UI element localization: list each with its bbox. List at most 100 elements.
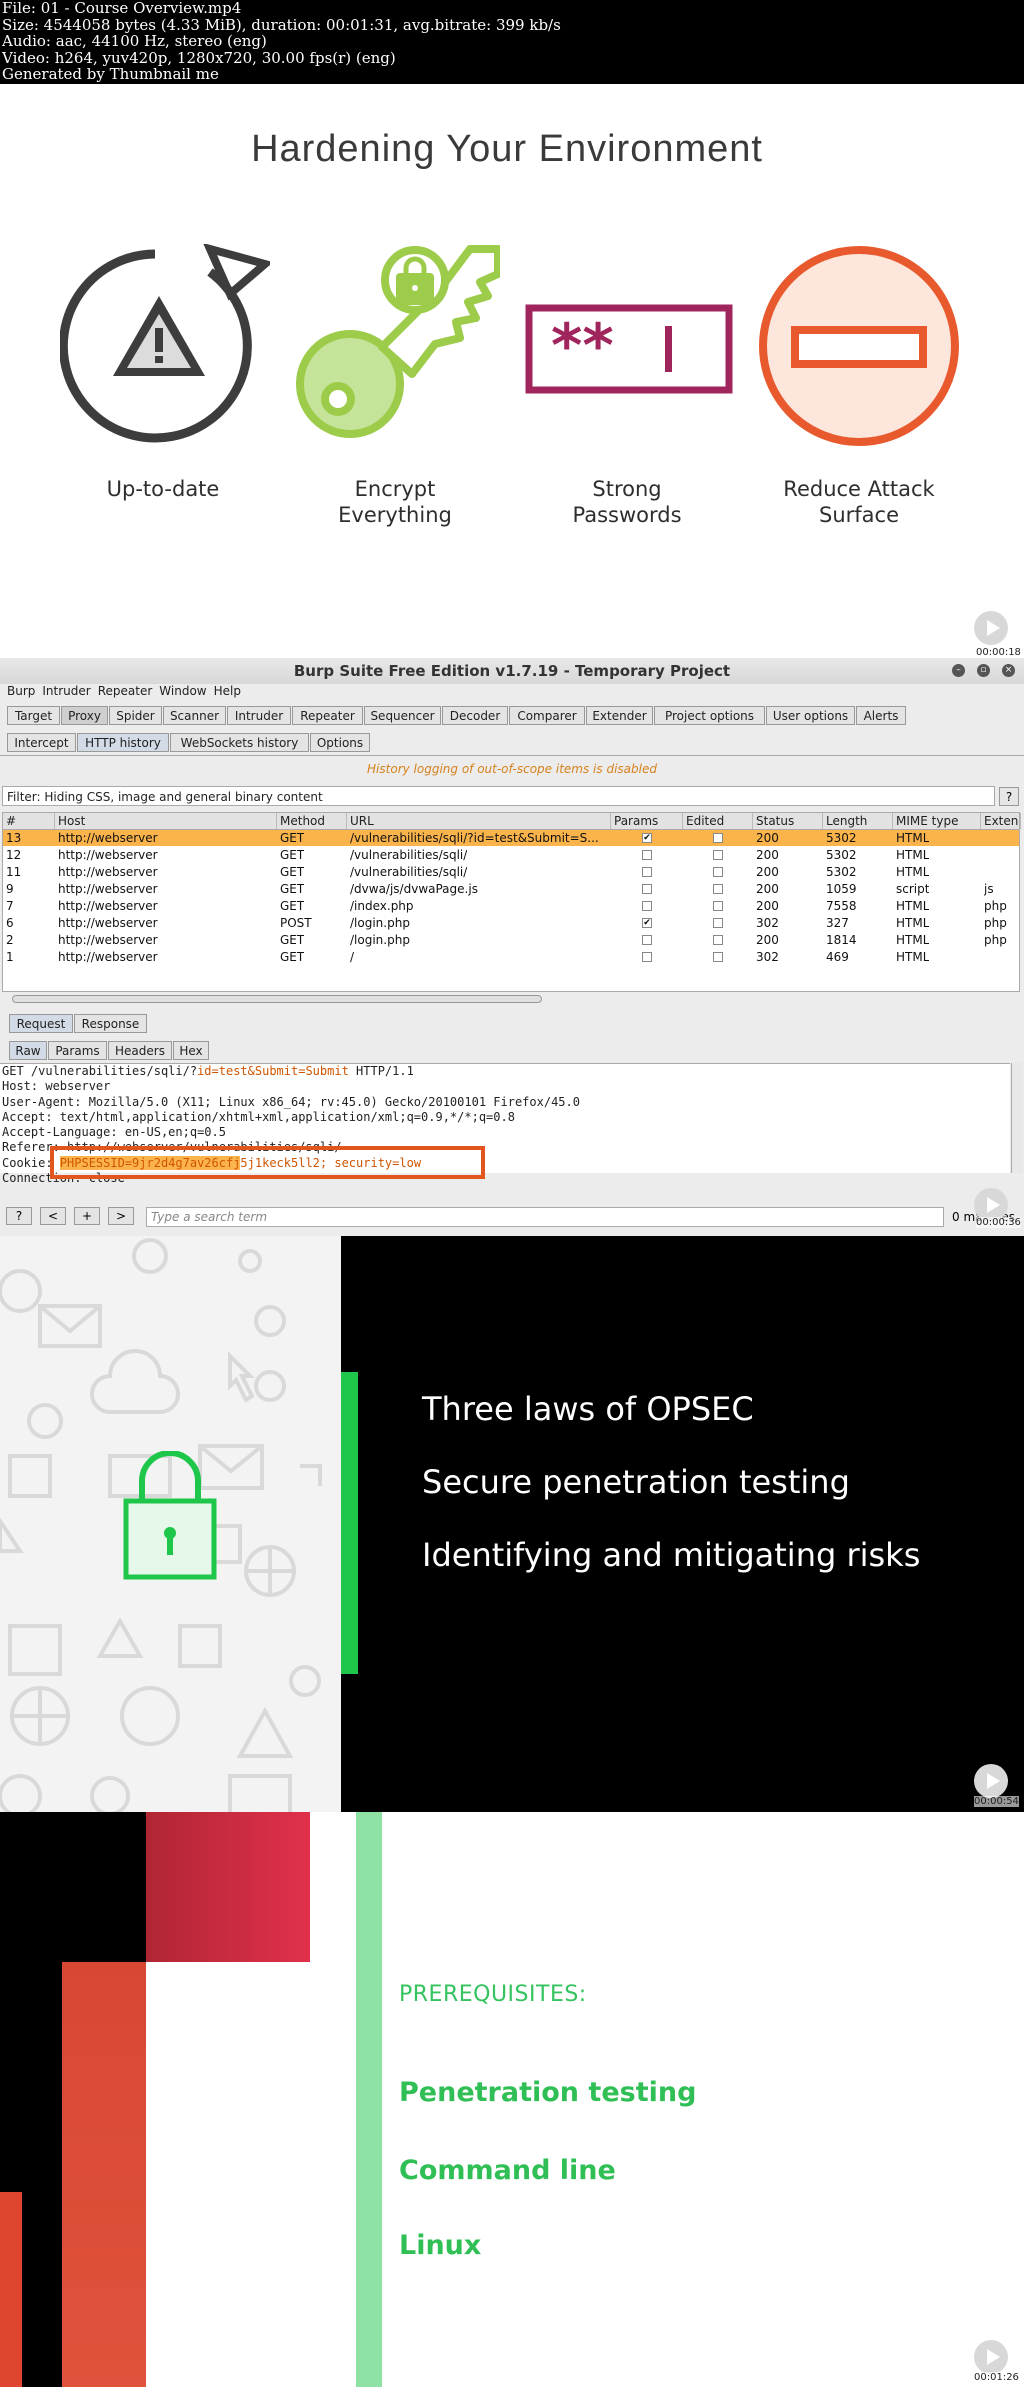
tab-extender[interactable]: Extender [586, 706, 653, 725]
cell-num: 7 [6, 899, 14, 913]
tab-headers[interactable]: Headers [108, 1041, 172, 1060]
cell-method: POST [280, 916, 312, 930]
minimize-icon[interactable]: – [952, 664, 965, 677]
tab-proxy[interactable]: Proxy [61, 706, 108, 725]
timestamp: 00:01:26 [974, 2372, 1019, 2383]
table-row[interactable]: 2 http://webserver GET/login.php 200 1814 HTM… [3, 932, 1019, 948]
table-row[interactable]: 11 http://webserver GET/vulnerabilities/sq… [3, 864, 1019, 880]
tab-sequencer[interactable]: Sequencer [364, 706, 441, 725]
table-row[interactable]: 1 http://webserver GET / 302 469 HTML [3, 949, 1019, 965]
timestamp: 00:00:54 [974, 1796, 1019, 1807]
tab-target[interactable]: Target [7, 706, 60, 725]
menu-window[interactable]: Window [159, 684, 206, 698]
col-ext[interactable]: Exten [981, 813, 1021, 829]
col-length[interactable]: Length [823, 813, 893, 829]
params-checkbox[interactable]: ✔ [642, 833, 652, 843]
cell-url: /dvwa/js/dvwaPage.js [350, 882, 478, 896]
edited-checkbox[interactable] [713, 884, 723, 894]
col-params[interactable]: Params [611, 813, 683, 829]
vertical-scrollbar[interactable] [1011, 1063, 1023, 1173]
col-method[interactable]: Method [277, 813, 347, 829]
cell-mime: HTML [896, 899, 930, 913]
maximize-icon[interactable]: ▫ [977, 664, 990, 677]
cell-ext: php [984, 916, 1007, 930]
tab-raw[interactable]: Raw [9, 1041, 47, 1060]
menu-help[interactable]: Help [214, 684, 241, 698]
table-row[interactable]: 7 http://webserver GET/index.php 200 7558 HTM… [3, 898, 1019, 914]
prerequisites-heading: PREREQUISITES: [399, 1982, 587, 2007]
params-checkbox[interactable]: ✔ [642, 918, 652, 928]
cell-ext: php [984, 933, 1007, 947]
col-status[interactable]: Status [753, 813, 823, 829]
tab-options[interactable]: Options [310, 733, 370, 752]
tab-decoder[interactable]: Decoder [442, 706, 508, 725]
tab-response[interactable]: Response [74, 1014, 147, 1033]
search-add-button[interactable]: + [74, 1207, 100, 1225]
menu-burp[interactable]: Burp [7, 684, 35, 698]
tab-scanner[interactable]: Scanner [163, 706, 226, 725]
search-next-button[interactable]: > [108, 1207, 134, 1225]
label-line: Strong [592, 477, 662, 501]
col-num[interactable]: # [3, 813, 55, 829]
params-checkbox[interactable] [642, 901, 652, 911]
tab-user-options[interactable]: User options [766, 706, 855, 725]
minus-circle-icon [759, 246, 959, 446]
main-tabs: Target Proxy Spider Scanner Intruder Rep… [0, 706, 1024, 726]
table-header: # Host Method URL Params Edited Status L… [3, 813, 1021, 830]
play-icon[interactable] [974, 611, 1008, 645]
params-checkbox[interactable] [642, 952, 652, 962]
table-row[interactable]: 9 http://webserver GET/dvwa/js/dvwaPage.js… [3, 881, 1019, 897]
edited-checkbox[interactable] [713, 867, 723, 877]
params-checkbox[interactable] [642, 935, 652, 945]
tab-http-history[interactable]: HTTP history [77, 733, 169, 752]
play-icon[interactable] [974, 2340, 1008, 2374]
edited-checkbox[interactable] [713, 952, 723, 962]
meta-file: File: 01 - Course Overview.mp4 [2, 0, 242, 17]
tab-hex[interactable]: Hex [173, 1041, 209, 1060]
request-protocol: HTTP/1.1 [348, 1064, 414, 1078]
tab-websockets-history[interactable]: WebSockets history [170, 733, 309, 752]
col-mime[interactable]: MIME type [893, 813, 981, 829]
header-user-agent: User-Agent: Mozilla/5.0 (X11; Linux x86_… [2, 1094, 580, 1109]
search-input[interactable]: Type a search term [146, 1207, 944, 1227]
params-checkbox[interactable] [642, 884, 652, 894]
col-host[interactable]: Host [55, 813, 277, 829]
tab-project-options[interactable]: Project options [654, 706, 765, 725]
table-row[interactable]: 13 http://webserver GET/vulnerabilities/sq… [3, 830, 1019, 846]
menu-repeater[interactable]: Repeater [98, 684, 153, 698]
table-row[interactable]: 6 http://webserver POST/login.php 302 327 HTM… [3, 915, 1019, 931]
search-prev-button[interactable]: < [40, 1207, 66, 1225]
menu-intruder[interactable]: Intruder [42, 684, 90, 698]
svg-text:**: ** [551, 311, 614, 381]
tab-comparer[interactable]: Comparer [509, 706, 585, 725]
cell-length: 1059 [826, 882, 857, 896]
edited-checkbox[interactable] [713, 901, 723, 911]
col-url[interactable]: URL [347, 813, 611, 829]
close-icon[interactable]: × [1002, 664, 1015, 677]
params-checkbox[interactable] [642, 850, 652, 860]
decor-red-block [146, 1812, 310, 1962]
edited-checkbox[interactable] [713, 918, 723, 928]
play-icon[interactable] [974, 1764, 1008, 1798]
col-edited[interactable]: Edited [683, 813, 753, 829]
tab-intercept[interactable]: Intercept [7, 733, 76, 752]
edited-checkbox[interactable] [713, 850, 723, 860]
label-line: Everything [338, 503, 452, 527]
edited-checkbox[interactable] [713, 935, 723, 945]
table-row[interactable]: 12 http://webserver GET/vulnerabilities/sq… [3, 847, 1019, 863]
tab-spider[interactable]: Spider [109, 706, 162, 725]
tab-alerts[interactable]: Alerts [856, 706, 906, 725]
horizontal-scrollbar[interactable] [12, 995, 542, 1003]
tab-repeater[interactable]: Repeater [292, 706, 363, 725]
cell-url: /vulnerabilities/sqli/ [350, 865, 468, 879]
filter-bar[interactable]: Filter: Hiding CSS, image and general bi… [2, 786, 995, 806]
filter-help-button[interactable]: ? [999, 787, 1019, 806]
tab-params[interactable]: Params [48, 1041, 107, 1060]
tab-request[interactable]: Request [9, 1014, 73, 1033]
cell-status: 200 [756, 848, 779, 862]
search-help-button[interactable]: ? [6, 1207, 32, 1225]
tab-intruder[interactable]: Intruder [227, 706, 291, 725]
meta-video: Video: h264, yuv420p, 1280x720, 30.00 fp… [2, 48, 396, 67]
params-checkbox[interactable] [642, 867, 652, 877]
edited-checkbox[interactable] [713, 833, 723, 843]
